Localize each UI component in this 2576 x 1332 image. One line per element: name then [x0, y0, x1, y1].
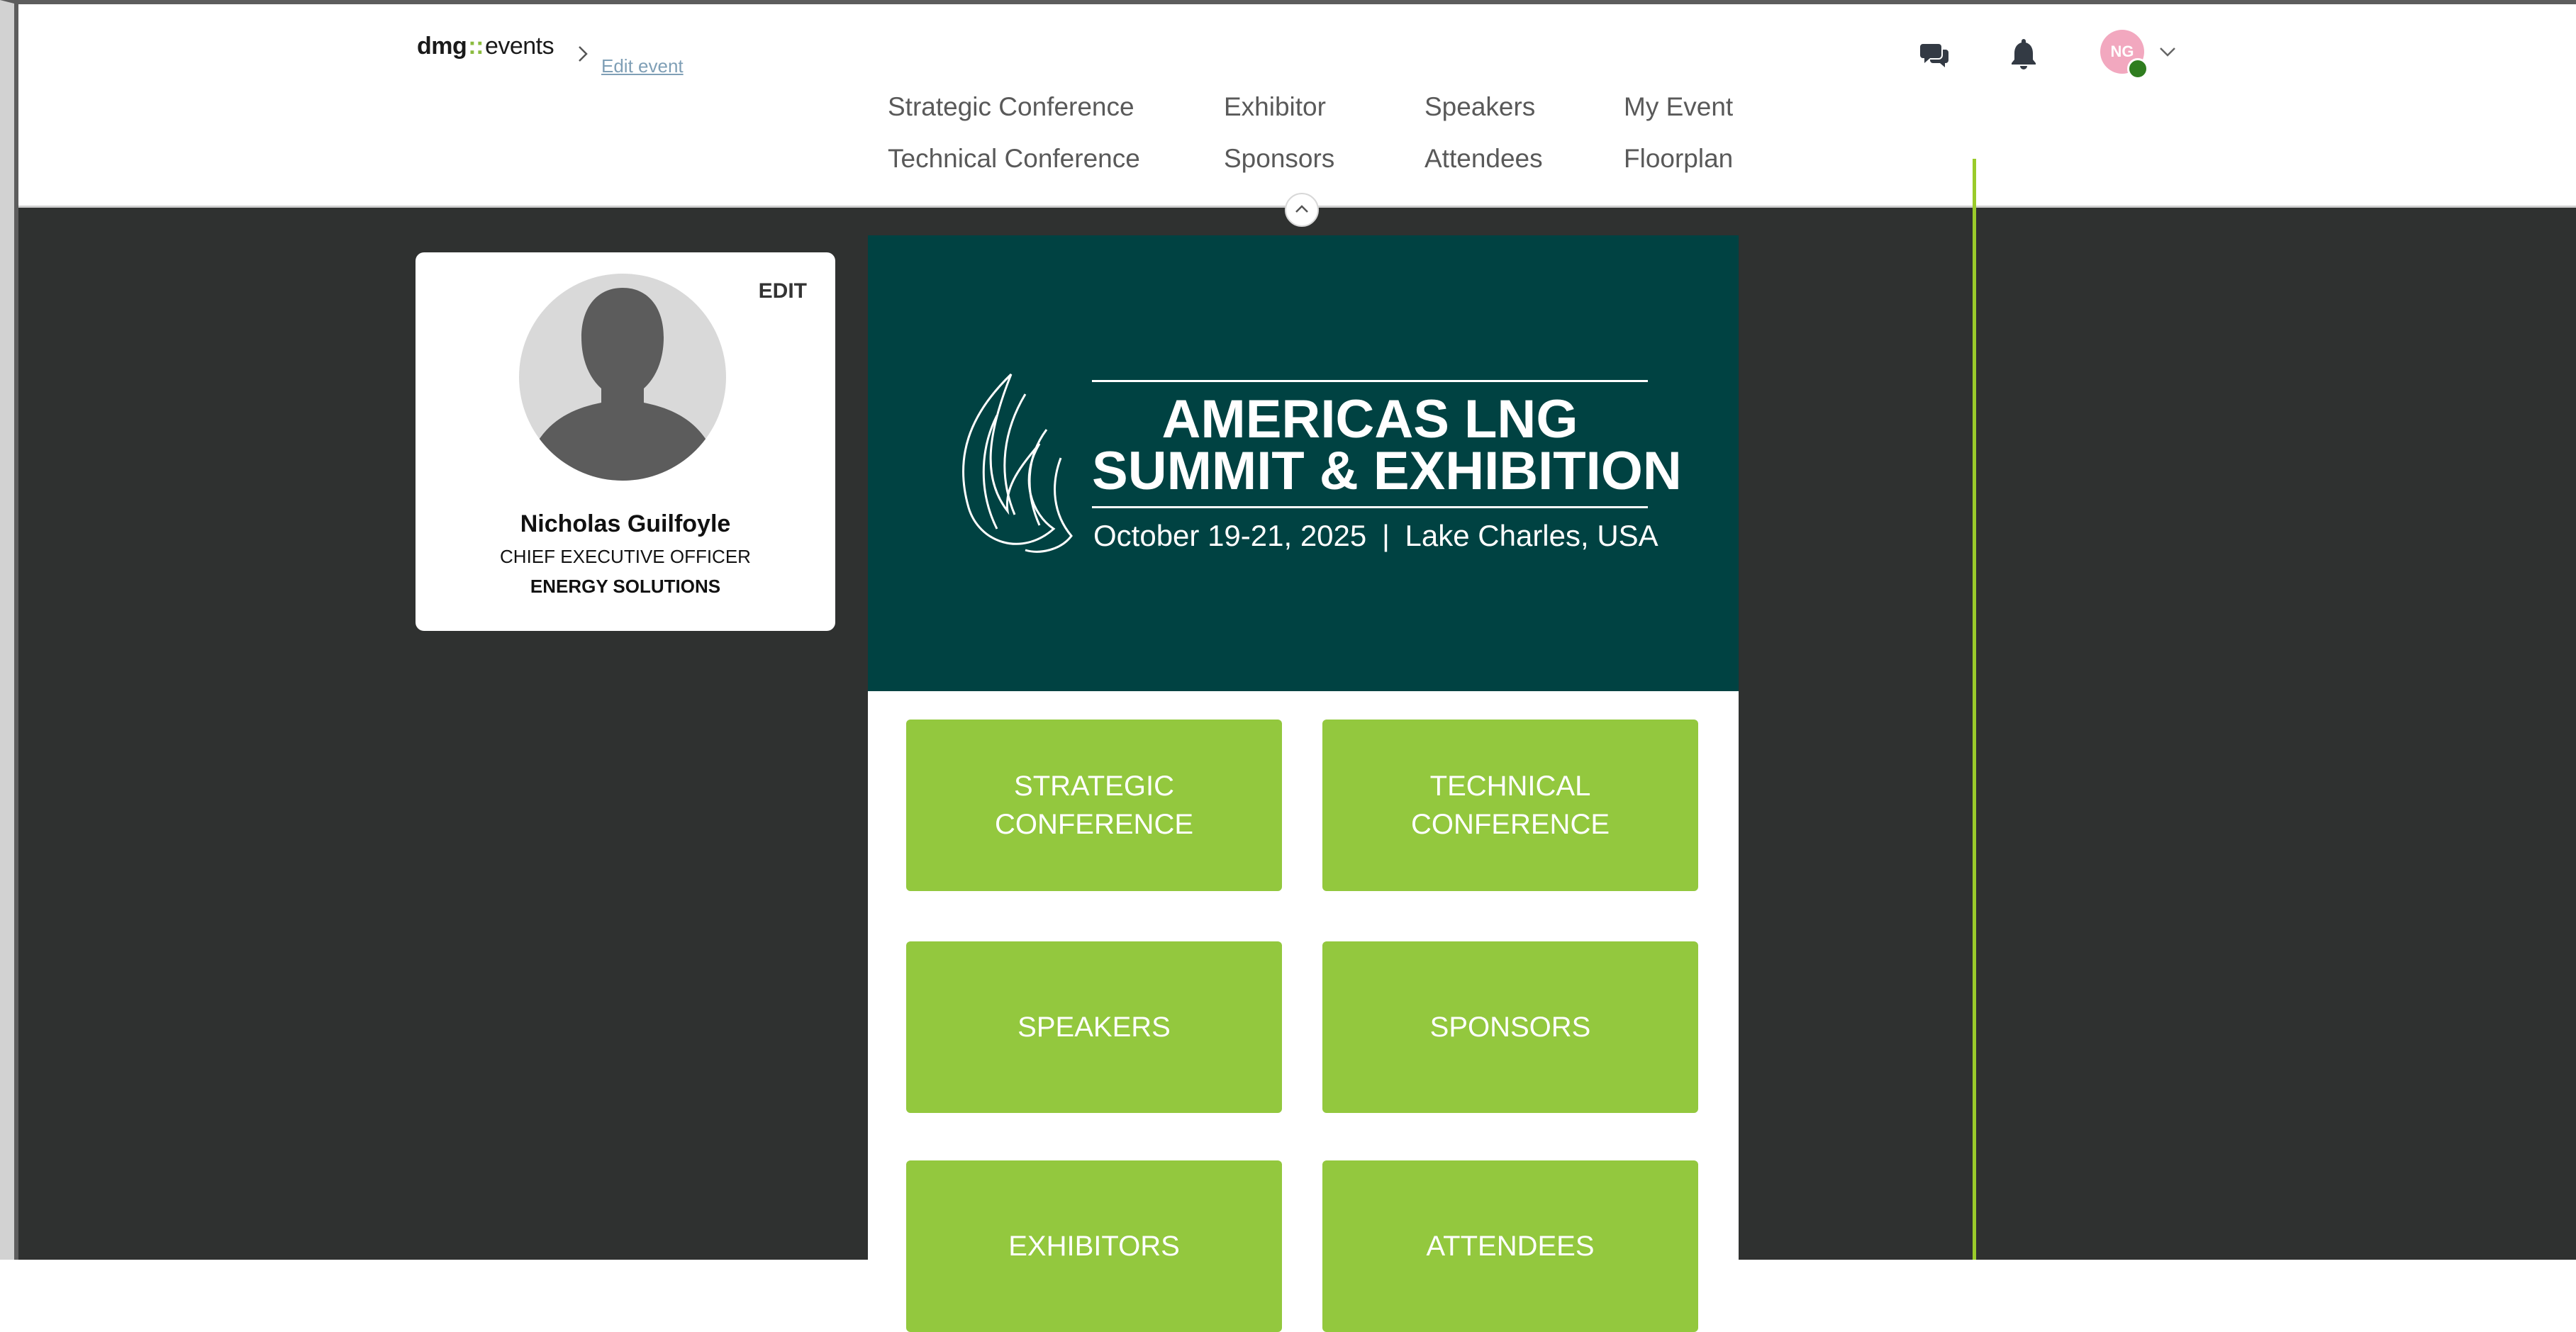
- nav-my-event[interactable]: My Event: [1624, 92, 1733, 122]
- event-date-divider: |: [1381, 519, 1390, 552]
- breadcrumb-chevron-icon: [579, 46, 588, 62]
- edit-event-link[interactable]: Edit event: [601, 55, 684, 77]
- nav-attendees[interactable]: Attendees: [1424, 144, 1543, 174]
- profile-card: EDIT Nicholas Guilfoyle CHIEF EXECUTIVE …: [416, 252, 835, 631]
- nav-speakers[interactable]: Speakers: [1424, 92, 1535, 122]
- collapse-header-button[interactable]: [1285, 193, 1319, 227]
- vertical-divider-line: [1973, 159, 1976, 1260]
- logo-brand: dmg: [417, 33, 467, 60]
- event-banner: AMERICAS LNG SUMMIT & EXHIBITION October…: [868, 235, 1739, 691]
- tile-sponsors[interactable]: SPONSORS: [1322, 941, 1698, 1113]
- event-title-line1: AMERICAS LNG: [1161, 389, 1578, 449]
- nav-technical-conference[interactable]: Technical Conference: [888, 144, 1140, 174]
- dmg-events-logo[interactable]: dmg::events: [417, 33, 554, 60]
- chat-icon[interactable]: [1919, 38, 1951, 71]
- event-date-location: October 19-21, 2025 | Lake Charles, USA: [1093, 519, 1658, 553]
- profile-name: Nicholas Guilfoyle: [520, 510, 731, 537]
- chevron-down-icon[interactable]: [2156, 41, 2180, 62]
- banner-bottom-rule: [1092, 506, 1648, 508]
- tile-exhibitors[interactable]: EXHIBITORS: [906, 1160, 1282, 1332]
- profile-avatar: [519, 274, 726, 481]
- tile-strategic-conference[interactable]: STRATEGIC CONFERENCE: [906, 720, 1282, 891]
- profile-job-title: CHIEF EXECUTIVE OFFICER: [500, 546, 751, 567]
- nav-exhibitor[interactable]: Exhibitor: [1224, 92, 1326, 122]
- banner-top-rule: [1092, 380, 1648, 382]
- nav-sponsors[interactable]: Sponsors: [1224, 144, 1334, 174]
- nav-strategic-conference[interactable]: Strategic Conference: [888, 92, 1134, 122]
- online-status-indicator: [2127, 58, 2148, 79]
- top-header: dmg::events Edit event Strategic Confere…: [18, 4, 2576, 208]
- nav-floorplan[interactable]: Floorplan: [1624, 144, 1733, 174]
- flame-logo-icon: [962, 373, 1073, 553]
- bell-icon[interactable]: [2009, 37, 2038, 69]
- event-date: October 19-21, 2025: [1093, 519, 1367, 552]
- profile-company: ENERGY SOLUTIONS: [530, 576, 721, 597]
- chevron-up-icon: [1295, 205, 1308, 213]
- tile-attendees[interactable]: ATTENDEES: [1322, 1160, 1698, 1332]
- event-title-line2: SUMMIT & EXHIBITION: [1092, 441, 1682, 501]
- tile-technical-conference[interactable]: TECHNICAL CONFERENCE: [1322, 720, 1698, 891]
- event-location: Lake Charles, USA: [1405, 519, 1658, 552]
- event-panel: AMERICAS LNG SUMMIT & EXHIBITION October…: [868, 235, 1739, 1332]
- edit-profile-button[interactable]: EDIT: [759, 279, 807, 303]
- logo-product: events: [484, 33, 554, 60]
- tile-speakers[interactable]: SPEAKERS: [906, 941, 1282, 1113]
- logo-separator: ::: [468, 33, 484, 60]
